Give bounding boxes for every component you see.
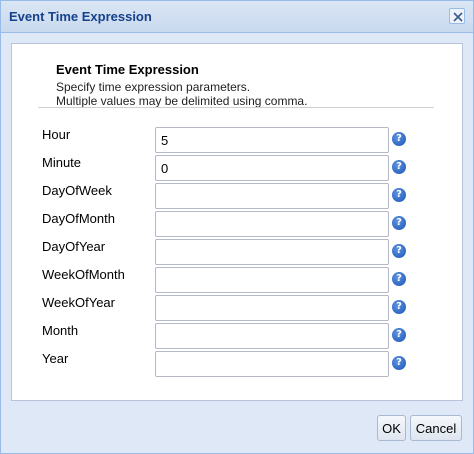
form-header-title: Event Time Expression	[56, 62, 199, 77]
year-label: Year	[42, 351, 69, 366]
close-button[interactable]	[449, 8, 465, 24]
day-of-week-help-icon[interactable]: ?	[392, 188, 406, 202]
week-of-year-input[interactable]	[155, 295, 389, 321]
event-time-dialog: Event Time Expression Event Time Express…	[0, 0, 474, 454]
week-of-month-help-icon[interactable]: ?	[392, 272, 406, 286]
minute-input[interactable]	[155, 155, 389, 181]
ok-button[interactable]: OK	[377, 415, 406, 441]
cancel-button[interactable]: Cancel	[410, 415, 462, 441]
month-help-icon[interactable]: ?	[392, 328, 406, 342]
week-of-year-label: WeekOfYear	[42, 295, 115, 310]
day-of-month-label: DayOfMonth	[42, 211, 115, 226]
day-of-month-input[interactable]	[155, 211, 389, 237]
hour-input[interactable]	[155, 127, 389, 153]
minute-label: Minute	[42, 155, 82, 170]
day-of-month-help-icon[interactable]: ?	[392, 216, 406, 230]
year-help-icon[interactable]: ?	[392, 356, 406, 370]
month-input[interactable]	[155, 323, 389, 349]
week-of-month-input[interactable]	[155, 267, 389, 293]
day-of-year-input[interactable]	[155, 239, 389, 265]
form-description-line-1: Specify time expression parameters.	[56, 80, 251, 94]
dialog-titlebar[interactable]: Event Time Expression	[1, 1, 473, 33]
header-divider	[38, 107, 434, 108]
minute-help-icon[interactable]: ?	[392, 160, 406, 174]
day-of-week-input[interactable]	[155, 183, 389, 209]
year-input[interactable]	[155, 351, 389, 377]
hour-help-icon[interactable]: ?	[392, 132, 406, 146]
week-of-month-label: WeekOfMonth	[42, 267, 125, 282]
dialog-body: Event Time Expression Specify time expre…	[11, 43, 463, 401]
month-label: Month	[42, 323, 79, 338]
close-icon	[453, 12, 463, 22]
day-of-year-help-icon[interactable]: ?	[392, 244, 406, 258]
form-description-line-2: Multiple values may be delimited using c…	[56, 94, 308, 108]
week-of-year-help-icon[interactable]: ?	[392, 300, 406, 314]
hour-label: Hour	[42, 127, 71, 142]
day-of-week-label: DayOfWeek	[42, 183, 112, 198]
dialog-title: Event Time Expression	[9, 9, 152, 24]
day-of-year-label: DayOfYear	[42, 239, 106, 254]
